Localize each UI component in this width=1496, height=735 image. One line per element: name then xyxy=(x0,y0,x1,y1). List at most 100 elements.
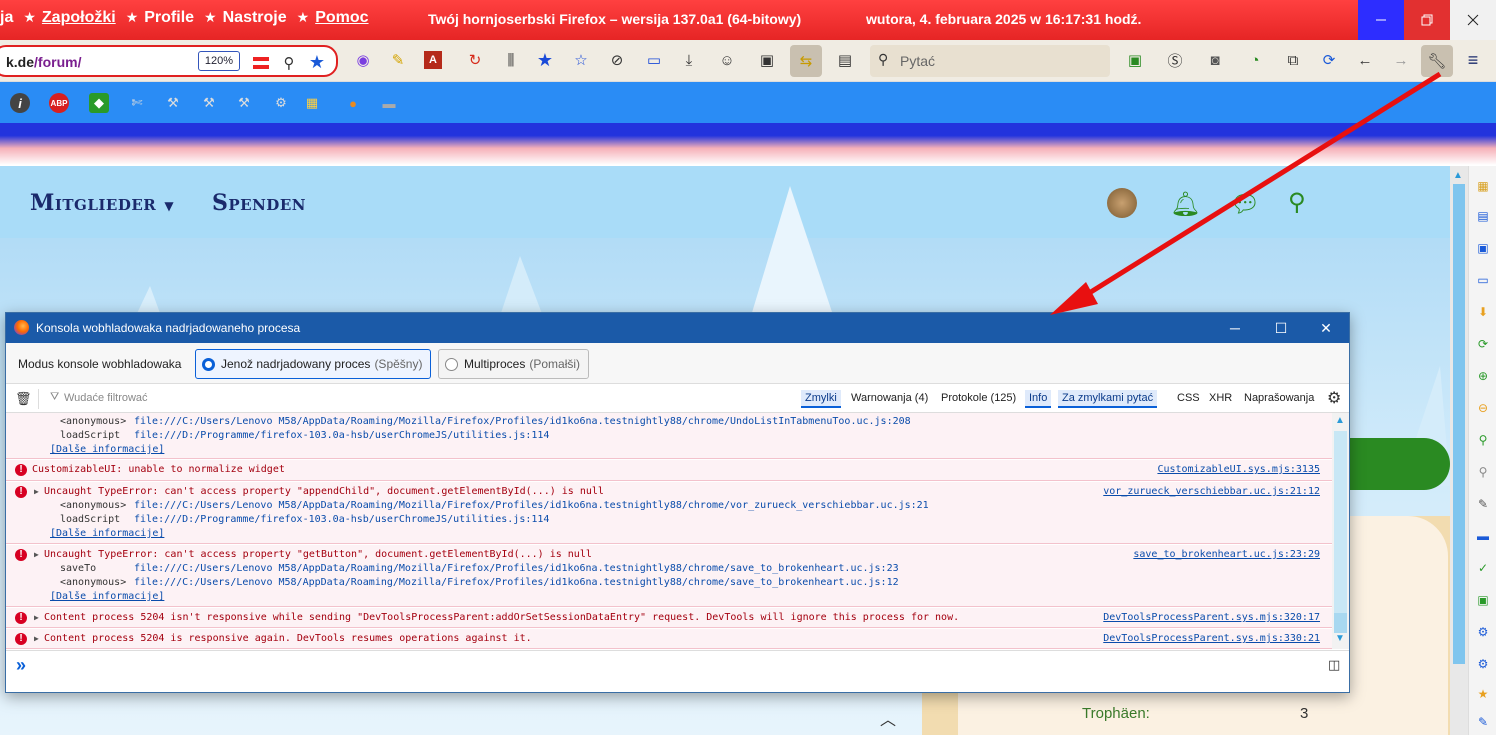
tool-3-icon[interactable]: ⚒ xyxy=(234,93,254,113)
private-icon[interactable]: ◙ xyxy=(1204,49,1226,71)
back-forward-swap-icon[interactable]: ⇆ xyxy=(790,45,822,77)
s-extension-icon[interactable]: Ⓢ xyxy=(1164,49,1186,71)
stack-path[interactable]: file:///D:/Programme/firefox-103.0a-hsb/… xyxy=(134,514,549,525)
trash-icon[interactable]: 🗑︎ xyxy=(15,391,32,407)
green-book-icon[interactable]: ▣ xyxy=(1124,49,1146,71)
bookmarks-icon[interactable]: ★ xyxy=(534,49,556,71)
link-icon[interactable]: ⊘ xyxy=(606,49,628,71)
cookie-icon[interactable]: ● xyxy=(343,93,363,113)
zoom-indicator[interactable]: 120% xyxy=(198,51,240,71)
scrollbar-thumb[interactable] xyxy=(1334,613,1347,633)
zoom-in-icon[interactable]: ⚲ xyxy=(1475,432,1491,448)
camera-icon[interactable]: ▣ xyxy=(1475,592,1491,608)
url-text[interactable]: k.de/forum/ xyxy=(6,54,81,70)
austria-flag-icon[interactable] xyxy=(250,52,272,74)
folder-icon[interactable]: ▦ xyxy=(1475,178,1491,194)
notes-icon[interactable]: ✎ xyxy=(387,49,409,71)
library-icon[interactable]: ⫼ xyxy=(500,49,522,71)
translate-icon[interactable]: A xyxy=(424,51,442,69)
scroll-up-icon[interactable]: ▲ xyxy=(1335,415,1345,426)
mode-parent-process-button[interactable]: Jenož nadrjadowany proces (Spěšny) xyxy=(195,349,432,379)
star-outline-icon[interactable]: ☆ xyxy=(570,49,592,71)
restore-button[interactable] xyxy=(1404,0,1450,40)
conversations-icon[interactable]: 💬︎ xyxy=(1230,190,1260,219)
scrollbar-thumb[interactable] xyxy=(1453,184,1465,664)
log-source-link[interactable]: DevToolsProcessParent.sys.mjs:330:21 xyxy=(1103,633,1320,644)
edit-icon[interactable]: ✎ xyxy=(1475,496,1491,512)
close-button[interactable] xyxy=(1450,0,1496,40)
downloads-icon[interactable]: ⤓ xyxy=(678,49,700,71)
open-folder-icon[interactable]: ▬ xyxy=(1475,528,1491,544)
menu-item-bookmarks[interactable]: Zapołožki xyxy=(42,9,116,26)
download-arrow-icon[interactable]: ⬇ xyxy=(1475,304,1491,320)
avatar[interactable] xyxy=(1107,188,1137,218)
nav-donate[interactable]: Spenden xyxy=(212,190,306,216)
adblock-icon[interactable]: ABP xyxy=(49,93,69,113)
hamburger-menu-icon[interactable]: ≡ xyxy=(1462,49,1484,71)
filter-logs[interactable]: Protokole (125) xyxy=(937,390,1020,406)
sidebar-toggle-icon[interactable]: ▭ xyxy=(643,49,665,71)
pen-icon[interactable]: ▬ xyxy=(379,93,399,113)
console-minimize-button[interactable]: ─ xyxy=(1212,313,1258,343)
log-source-link[interactable]: CustomizableUI.sys.mjs:3135 xyxy=(1157,464,1320,475)
screenshot-icon[interactable]: ▣ xyxy=(756,49,778,71)
console-scrollbar[interactable]: ▲ ▼ xyxy=(1332,413,1349,649)
log-source-link[interactable]: DevToolsProcessParent.sys.mjs:320:17 xyxy=(1103,612,1320,623)
minus-icon[interactable]: ⊖ xyxy=(1475,400,1491,416)
tool-2-icon[interactable]: ⚒ xyxy=(199,93,219,113)
filter-xhr[interactable]: XHR xyxy=(1205,390,1236,406)
console-input[interactable]: » ◫ xyxy=(6,650,1349,692)
menu-item-tools[interactable]: Nastroje xyxy=(223,9,287,26)
expand-triangle-icon[interactable]: ▶ xyxy=(34,613,39,622)
forward-icon[interactable]: → xyxy=(1390,49,1412,71)
filter-info[interactable]: Info xyxy=(1025,390,1052,408)
url-bar[interactable]: k.de/forum/ 120% ⚲ ★ xyxy=(0,45,338,77)
info-icon[interactable]: i xyxy=(10,93,30,113)
lock-icon[interactable]: ▣ xyxy=(1475,240,1491,256)
stack-path[interactable]: file:///D:/Programme/firefox-103.0a-hsb/… xyxy=(134,430,549,441)
scroll-to-top-icon[interactable]: ︿ xyxy=(880,706,896,730)
refresh-icon[interactable]: ⟳ xyxy=(1475,336,1491,352)
more-info-link[interactable]: [Dalše informacije] xyxy=(50,528,164,539)
extensions-icon[interactable]: ⧉ xyxy=(1282,49,1304,71)
permissions-icon[interactable]: ⚲ xyxy=(278,52,300,74)
mask-icon[interactable]: ☺ xyxy=(716,49,738,71)
editor-mode-toggle-icon[interactable]: ◫ xyxy=(1328,657,1340,673)
window-icon[interactable]: ▭ xyxy=(1475,272,1491,288)
gear-icon[interactable]: ⚙ xyxy=(1475,656,1491,672)
search-icon[interactable]: ⚲ xyxy=(1288,188,1306,217)
stack-path[interactable]: file:///C:/Users/Lenovo M58/AppData/Roam… xyxy=(134,500,929,511)
scroll-down-icon[interactable]: ▼ xyxy=(1335,633,1345,644)
sync-icon[interactable]: ⟳ xyxy=(1318,49,1340,71)
chat-icon[interactable]: ◔ xyxy=(1244,49,1266,71)
wrench-icon[interactable]: 🔧︎ xyxy=(1421,45,1453,77)
check-icon[interactable]: ✓ xyxy=(1475,560,1491,576)
expand-triangle-icon[interactable]: ▶ xyxy=(34,634,39,643)
bell-icon[interactable]: 🔔︎ xyxy=(1170,190,1200,219)
filter-requests[interactable]: Naprašowanja xyxy=(1240,390,1318,406)
nav-members[interactable]: Mitglieder ▼ xyxy=(30,190,174,216)
menu-item-profile[interactable]: Profile xyxy=(144,9,194,26)
filter-css[interactable]: CSS xyxy=(1173,390,1204,406)
reload-extension-icon[interactable]: ↻ xyxy=(464,49,486,71)
menu-item-partial[interactable]: ja xyxy=(0,9,13,26)
search-bar[interactable]: ⚲ Pytać xyxy=(870,45,1110,77)
stack-path[interactable]: file:///C:/Users/Lenovo M58/AppData/Roam… xyxy=(134,577,899,588)
more-info-link[interactable]: [Dalše informacije] xyxy=(50,591,164,602)
settings-icon[interactable]: ⚙ xyxy=(271,93,291,113)
filter-debug[interactable]: Za zmylkami pytać xyxy=(1058,390,1158,408)
folder-icon[interactable]: ▦ xyxy=(302,93,322,113)
mode-multiprocess-button[interactable]: Multiproces (Pomałši) xyxy=(438,349,590,379)
zoom-reset-icon[interactable]: ⚲ xyxy=(1475,464,1491,480)
console-maximize-button[interactable]: ☐ xyxy=(1258,313,1304,343)
filter-warnings[interactable]: Warnowanja (4) xyxy=(847,390,932,406)
documents-icon[interactable]: ▤ xyxy=(1475,208,1491,224)
console-close-button[interactable]: ✕ xyxy=(1303,313,1349,343)
bookmark-star-icon[interactable]: ★ xyxy=(306,51,328,73)
console-settings-gear-icon[interactable]: ⚙ xyxy=(1327,388,1341,408)
stack-path[interactable]: file:///C:/Users/Lenovo M58/AppData/Roam… xyxy=(134,416,911,427)
pencil-icon[interactable]: ✎ xyxy=(1475,714,1491,730)
star-icon[interactable]: ★ xyxy=(1475,686,1491,702)
tool-icon[interactable]: ⚒ xyxy=(163,93,183,113)
log-source-link[interactable]: vor_zurueck_verschiebbar.uc.js:21:12 xyxy=(1103,486,1320,497)
